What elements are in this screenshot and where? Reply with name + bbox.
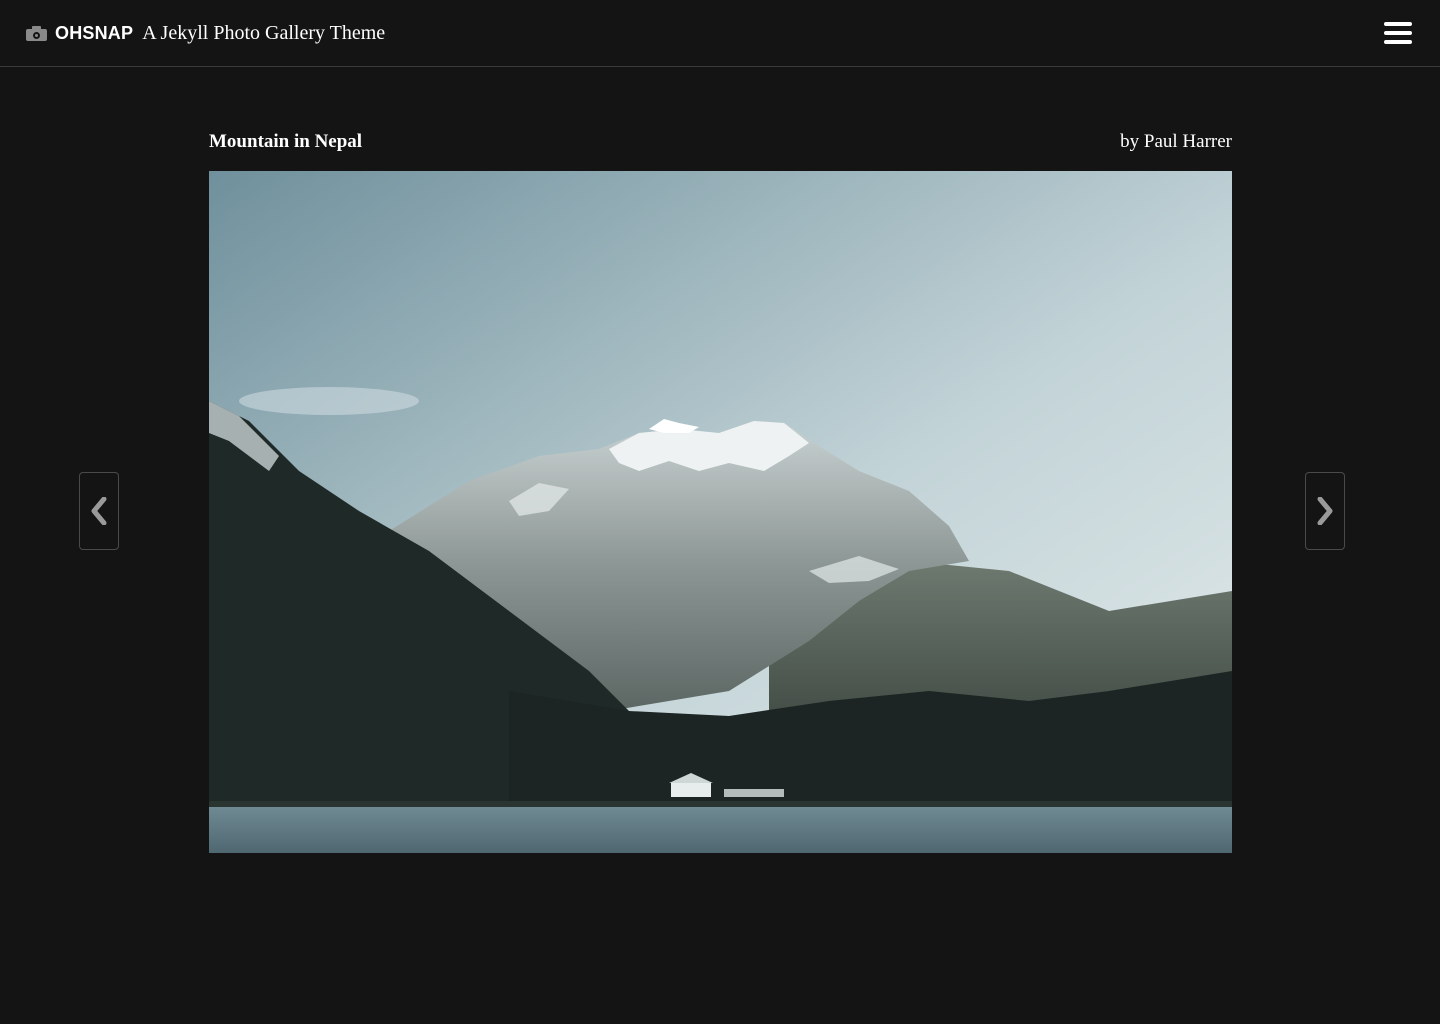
chevron-left-icon [91,497,107,525]
previous-photo-button[interactable] [79,472,119,550]
photo-header: Mountain in Nepal by Paul Harrer [209,128,1232,158]
brand-tagline: A Jekyll Photo Gallery Theme [142,21,386,44]
brand-link[interactable]: OHSNAP A Jekyll Photo Gallery Theme [26,20,385,46]
chevron-right-icon [1317,497,1333,525]
hamburger-menu-icon[interactable] [1384,20,1414,46]
next-photo-button[interactable] [1305,472,1345,550]
photo-title: Mountain in Nepal [209,131,363,152]
camera-icon [26,26,47,41]
brand-name: OHSNAP [55,22,134,43]
photo-credit: by Paul Harrer [1120,131,1232,152]
gallery-photo [209,171,1232,853]
top-bar: OHSNAP A Jekyll Photo Gallery Theme [0,0,1440,67]
